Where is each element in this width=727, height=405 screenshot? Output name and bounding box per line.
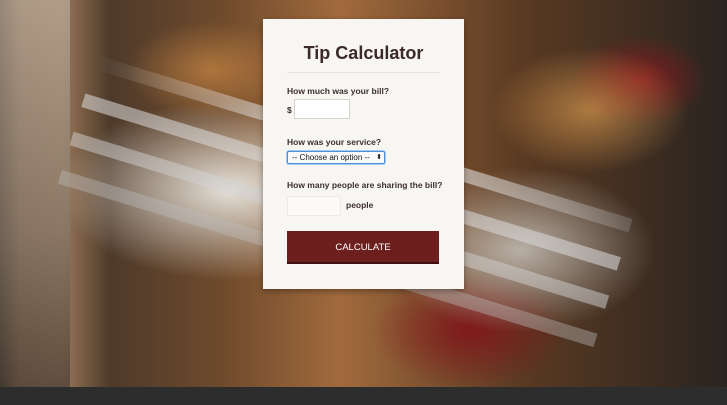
calculate-button[interactable]: CALCULATE	[287, 231, 439, 264]
bill-label: How much was your bill?	[287, 86, 390, 96]
service-selected-option: -- Choose an option --	[292, 153, 370, 162]
select-arrows-icon: ⬍	[376, 154, 382, 161]
service-label: How was your service?	[287, 137, 382, 147]
title-divider	[287, 72, 440, 73]
people-unit-label: people	[346, 200, 374, 210]
people-label: How many people are sharing the bill?	[287, 180, 443, 190]
footer-bar	[0, 387, 727, 405]
people-count-input[interactable]	[287, 196, 341, 216]
bill-amount-input[interactable]	[294, 99, 350, 119]
currency-symbol: $	[287, 105, 292, 115]
service-quality-select[interactable]: -- Choose an option -- ⬍	[287, 151, 385, 164]
page-title: Tip Calculator	[303, 43, 424, 63]
tip-calculator-card: Tip Calculator How much was your bill? $…	[263, 19, 464, 289]
